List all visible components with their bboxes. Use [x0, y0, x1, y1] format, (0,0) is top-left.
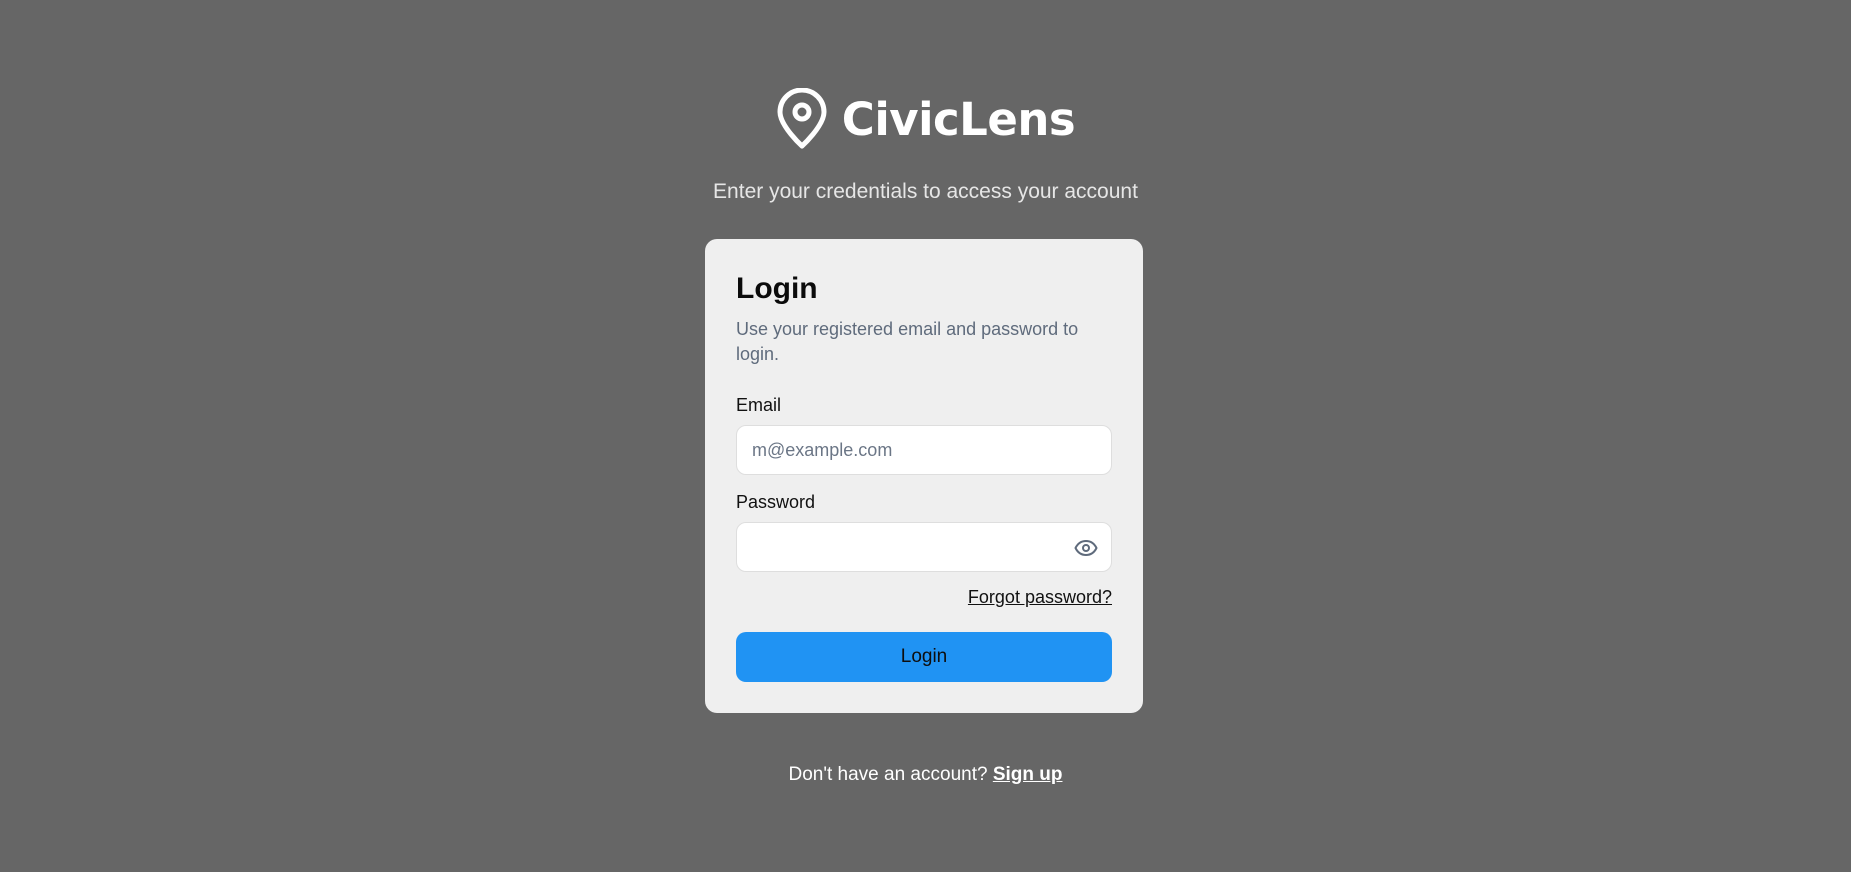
eye-icon [1074, 540, 1098, 556]
signup-prompt: Don't have an account? Sign up [0, 764, 1851, 786]
password-field-container [736, 522, 1112, 572]
password-label: Password [736, 492, 816, 512]
page-tagline: Enter your credentials to access your ac… [713, 180, 1138, 203]
email-input[interactable] [737, 426, 1111, 474]
password-input[interactable] [737, 523, 1111, 571]
login-page: CivicLens Enter your credentials to acce… [0, 0, 1851, 872]
brand-name: CivicLens [841, 92, 1076, 146]
login-button[interactable]: Login [736, 632, 1112, 682]
email-field-container [736, 425, 1112, 475]
forgot-password-link[interactable]: Forgot password? [968, 587, 1112, 608]
map-pin-icon [776, 88, 828, 150]
login-description: Use your registered email and password t… [736, 319, 1079, 364]
email-label: Email [736, 395, 782, 415]
login-title: Login [736, 272, 818, 305]
signup-prompt-text: Don't have an account? [788, 764, 988, 785]
show-password-toggle[interactable] [1073, 536, 1099, 560]
brand-header: CivicLens [0, 88, 1851, 150]
signup-link[interactable]: Sign up [993, 764, 1063, 785]
login-card: Login Use your registered email and pass… [705, 239, 1143, 713]
